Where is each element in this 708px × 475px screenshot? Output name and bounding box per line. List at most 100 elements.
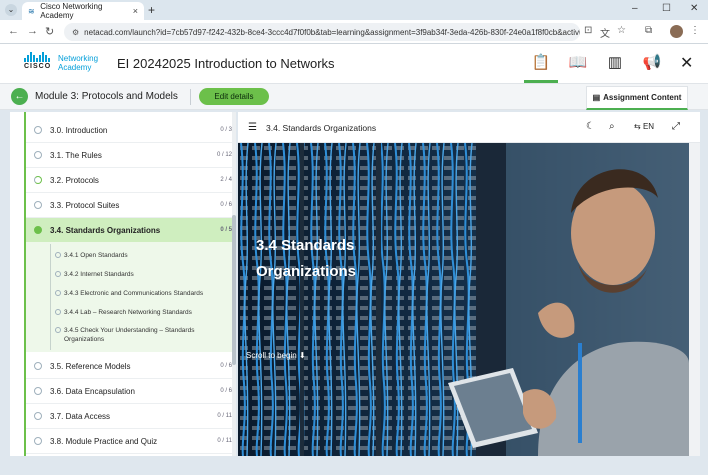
divider (190, 89, 191, 105)
outline-item-3-6[interactable]: 3.6. Data Encapsulation 0 / 6 (26, 379, 236, 404)
content-title: 3.4. Standards Organizations (266, 123, 377, 133)
outline-item-progress: 0 / 12 (216, 152, 232, 158)
site-info-icon[interactable]: ⚙ (72, 28, 79, 37)
outline-item-progress: 0 / 6 (220, 363, 232, 369)
window-close-button[interactable]: ✕ (690, 3, 698, 14)
outline-item-label: 3.3. Protocol Suites (50, 200, 120, 210)
outline-item-3-3[interactable]: 3.3. Protocol Suites 0 / 6 (26, 193, 236, 218)
new-tab-button[interactable]: + (148, 3, 155, 17)
outline-item-label: 3.6. Data Encapsulation (50, 386, 135, 396)
progress-circle-icon (34, 362, 42, 370)
sidebar-scrollbar-thumb[interactable] (232, 215, 236, 365)
maximize-button[interactable]: ☐ (662, 3, 671, 14)
progress-circle-icon (34, 176, 42, 184)
outline-item-progress: 2 / 4 (220, 177, 232, 183)
progress-circle-icon (34, 226, 42, 234)
sub-topic-item[interactable]: 3.4.4 Lab – Research Networking Standard… (55, 308, 192, 317)
progress-circle-icon (34, 201, 42, 209)
hero-image: 3.4 Standards Organizations Scroll to be… (238, 143, 689, 456)
document-icon: ▤ (592, 93, 601, 102)
scroll-hint[interactable]: Scroll to begin ⬇ (246, 351, 306, 360)
hero-title: 3.4 Standards Organizations (256, 237, 357, 280)
url-input[interactable]: ⚙ netacad.com/launch?id=7cb57d97-f242-43… (64, 23, 580, 41)
back-button[interactable]: ← (11, 88, 28, 105)
back-arrow-icon[interactable]: ← (8, 25, 19, 37)
sub-topic-label: 3.4.1 Open Standards (64, 252, 128, 259)
announcements-icon[interactable]: 📢 (635, 53, 669, 83)
progress-circle-icon (34, 126, 42, 134)
sub-topic-dot-icon (55, 252, 61, 258)
outline-item-3-7[interactable]: 3.7. Data Access 0 / 11 (26, 404, 236, 429)
outline-item-3-5[interactable]: 3.5. Reference Models 0 / 6 (26, 354, 236, 379)
content-scrollbar[interactable] (689, 143, 700, 456)
address-bar-row: ← → ↻ ⚙ netacad.com/launch?id=7cb57d97-f… (0, 20, 708, 44)
outline-item-3-4[interactable]: 3.4. Standards Organizations 0 / 5 (26, 218, 236, 243)
outline-item-label: 3.0. Introduction (50, 125, 108, 135)
sub-topic-label: 3.4.4 Lab – Research Networking Standard… (64, 309, 192, 316)
sub-topic-item[interactable]: 3.4.2 Internet Standards (55, 270, 134, 279)
sub-topic-dot-icon (55, 309, 61, 315)
extensions-icon[interactable]: ⧉ (645, 25, 652, 36)
browser-tab[interactable]: ≋ Cisco Networking Academy × (22, 2, 144, 20)
bookmark-star-icon[interactable]: ☆ (617, 25, 626, 36)
tab-close-icon[interactable]: × (133, 6, 138, 16)
cisco-favicon-icon: ≋ (28, 6, 35, 16)
browser-tab-bar: ⌄ ≋ Cisco Networking Academy × + – ☐ ✕ (0, 0, 708, 20)
url-text: netacad.com/launch?id=7cb57d97-f242-432b… (84, 27, 580, 37)
content-panel: ☰ 3.4. Standards Organizations ☾ ⌕ ⇆ EN … (238, 112, 700, 456)
outline-item-label: 3.7. Data Access (50, 411, 111, 421)
reload-icon[interactable]: ↻ (45, 25, 54, 38)
dark-mode-icon[interactable]: ☾ (586, 121, 595, 132)
progress-circle-icon (34, 412, 42, 420)
sub-topic-line (50, 244, 51, 350)
tab-title: Cisco Networking Academy (40, 2, 103, 20)
outline-item-label: 3.8. Module Practice and Quiz (50, 436, 158, 446)
sub-topic-dot-icon (55, 271, 61, 277)
outline-item-3-1[interactable]: 3.1. The Rules 0 / 12 (26, 143, 236, 168)
outline-item-3-0[interactable]: 3.0. Introduction 0 / 3 (26, 118, 236, 143)
outline-item-progress: 0 / 11 (217, 438, 232, 444)
sub-topic-dot-icon (55, 290, 61, 296)
outline-item-label: 3.1. The Rules (50, 150, 102, 160)
progress-circle-icon (34, 437, 42, 445)
assignment-content-tab[interactable]: ▤ Assignment Content (586, 86, 688, 110)
progress-circle-icon (34, 151, 42, 159)
progress-circle-icon (34, 387, 42, 395)
translate-icon: ⇆ (634, 122, 643, 131)
book-icon[interactable]: 📖 (561, 53, 595, 83)
forward-arrow-icon[interactable]: → (27, 25, 38, 37)
assignment-content-label: Assignment Content (603, 93, 682, 102)
app-header: CISCO Networking Academy EI 20242025 Int… (0, 44, 708, 84)
module-title: Module 3: Protocols and Models (35, 91, 178, 102)
translate-icon[interactable]: 文 (600, 25, 610, 40)
tab-search-icon[interactable]: ⌄ (5, 4, 17, 16)
install-app-icon[interactable]: ⊡ (584, 25, 592, 36)
edit-details-button[interactable]: Edit details (199, 88, 269, 105)
close-course-icon[interactable]: ✕ (680, 53, 693, 73)
module-bar: ← Module 3: Protocols and Models Edit de… (0, 84, 708, 110)
sub-topic-item[interactable]: 3.4.3 Electronic and Communications Stan… (55, 289, 203, 298)
datacenter-photo (238, 143, 689, 456)
assignment-clipboard-icon[interactable]: 📋 (524, 53, 558, 83)
minimize-button[interactable]: – (632, 3, 638, 14)
outline-item-label: 3.2. Protocols (50, 175, 99, 185)
language-selector[interactable]: ⇆ EN (634, 122, 654, 131)
brand-line-2: Academy (58, 63, 92, 72)
outline-item-progress: 0 / 6 (220, 202, 232, 208)
search-icon[interactable]: ⌕ (609, 121, 615, 132)
table-of-contents-icon[interactable]: ☰ (248, 122, 257, 133)
sub-topic-dot-icon (55, 327, 61, 333)
fullscreen-icon[interactable]: ⤢ (672, 121, 680, 132)
sub-topic-item[interactable]: 3.4.5 Check Your Understanding – Standar… (55, 326, 224, 344)
grades-chart-icon[interactable]: ▥ (598, 53, 632, 83)
sub-topic-label: 3.4.2 Internet Standards (64, 271, 134, 278)
outline-item-3-2[interactable]: 3.2. Protocols 2 / 4 (26, 168, 236, 193)
outline-item-label: 3.4. Standards Organizations (50, 225, 161, 235)
browser-menu-icon[interactable]: ⋮ (690, 25, 700, 36)
outline-item-progress: 0 / 11 (217, 413, 232, 419)
outline-item-3-8[interactable]: 3.8. Module Practice and Quiz 0 / 11 (26, 429, 236, 454)
profile-avatar[interactable] (670, 25, 683, 38)
sub-topic-item[interactable]: 3.4.1 Open Standards (55, 251, 128, 260)
scroll-down-icon: ⬇ (298, 351, 306, 360)
outline-item-progress: 0 / 3 (220, 127, 232, 133)
